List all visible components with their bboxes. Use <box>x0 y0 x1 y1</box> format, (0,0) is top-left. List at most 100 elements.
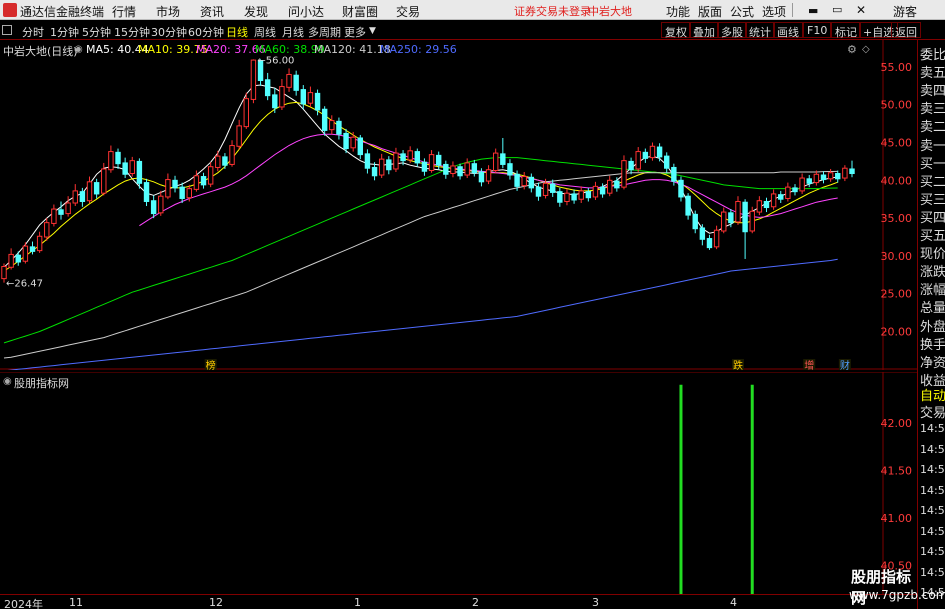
menu-function[interactable]: 功能 <box>666 3 690 20</box>
tick-time: 14:56 <box>920 524 945 538</box>
trade-toggle[interactable]: 交易 <box>920 402 945 421</box>
candle-body <box>492 152 499 171</box>
login-status[interactable]: 证券交易未登录 <box>514 3 591 19</box>
candle-body <box>507 163 513 176</box>
candle-body <box>806 178 812 184</box>
period-60min[interactable]: 60分钟 <box>188 24 224 40</box>
quote-label: 卖五 <box>920 66 945 82</box>
candle-body <box>329 120 335 131</box>
chevron-down-icon[interactable]: ▼ <box>369 26 376 36</box>
quote-label: 外盘 <box>920 319 945 335</box>
app-name: 通达信金融终端 <box>20 5 105 19</box>
candle-body <box>699 227 706 240</box>
candle-body <box>243 98 249 128</box>
price-tick-label: 20.00 <box>881 326 913 339</box>
f10-button[interactable]: F10 <box>803 22 832 38</box>
candle-body <box>136 160 143 184</box>
quote-label: 买一 <box>920 156 945 172</box>
menu-options[interactable]: 选项 <box>762 3 786 20</box>
period-monthly[interactable]: 月线 <box>282 24 304 40</box>
candle-body <box>36 235 43 252</box>
candle-body <box>51 208 57 224</box>
menu-market[interactable]: 市场 <box>156 3 180 20</box>
candle-body <box>642 151 649 159</box>
candle-body <box>150 200 157 215</box>
statistics-button[interactable]: 统计 <box>745 22 775 39</box>
menu-trade[interactable]: 交易 <box>396 3 420 20</box>
indicator-tick-label: 42.00 <box>881 417 913 430</box>
ma-line-ma5 <box>3 84 838 268</box>
candle-body <box>557 191 563 203</box>
draw-line-button[interactable]: 画线 <box>773 22 803 39</box>
overlay-button[interactable]: 叠加 <box>689 22 719 39</box>
candle-body <box>393 152 399 170</box>
date-axis: 2024年 11 12 1 2 3 4 <box>0 594 917 609</box>
candle-body <box>428 154 435 171</box>
candle-body <box>635 151 641 170</box>
close-icon[interactable]: ✕ <box>856 3 866 17</box>
restore-icon[interactable]: ▭ <box>832 3 842 16</box>
period-daily[interactable]: 日线 <box>226 24 248 40</box>
indicator-chart[interactable]: ◉ 股朋指标网 42.00 41.50 41.00 40.50 <box>0 372 917 594</box>
period-multi[interactable]: 多周期 <box>308 24 341 40</box>
candle-body <box>29 246 36 252</box>
candle-body <box>450 165 456 175</box>
candle-body <box>514 173 520 187</box>
candle-body <box>678 179 684 198</box>
candle-body <box>300 89 307 105</box>
period-more[interactable]: 更多 <box>344 24 366 40</box>
candle-body <box>500 153 506 165</box>
candle-body <box>371 166 378 177</box>
quote-label: 现价 <box>920 247 945 263</box>
candle-body <box>336 120 342 135</box>
candle-body <box>414 151 421 164</box>
period-5min[interactable]: 5分钟 <box>82 24 111 40</box>
x-label-dec: 12 <box>209 596 223 609</box>
candle-body <box>343 132 349 150</box>
candle-body <box>293 74 299 91</box>
multi-stock-button[interactable]: 多股 <box>717 22 747 39</box>
period-15min[interactable]: 15分钟 <box>114 24 150 40</box>
tick-time: 14:56 <box>920 422 945 435</box>
x-label-apr: 4 <box>730 596 737 609</box>
period-30min[interactable]: 30分钟 <box>151 24 187 40</box>
menu-ask[interactable]: 问小达 <box>288 3 324 20</box>
period-weekly[interactable]: 周线 <box>254 24 276 40</box>
event-marker: 财 <box>840 359 850 370</box>
adjust-button[interactable]: 复权 <box>661 22 691 39</box>
menu-formula[interactable]: 公式 <box>730 3 754 20</box>
candle-body <box>22 245 29 262</box>
candle-body <box>671 166 677 182</box>
menu-quotes[interactable]: 行情 <box>112 3 136 20</box>
candle-body <box>464 162 470 176</box>
mark-button[interactable]: 标记 <box>831 22 861 39</box>
candle-body <box>728 212 734 224</box>
price-tick-label: 25.00 <box>881 288 913 301</box>
menu-layout[interactable]: 版面 <box>698 3 722 20</box>
quote-label: 涨跌 <box>920 265 945 281</box>
candle-body <box>799 177 805 192</box>
layout-toggle-icon[interactable] <box>2 25 12 35</box>
candle-body <box>143 182 150 202</box>
candle-body <box>193 175 200 190</box>
candle-body <box>172 179 178 189</box>
candle-body <box>770 193 777 208</box>
guest-login[interactable]: 游客 <box>893 3 917 20</box>
menu-discover[interactable]: 发现 <box>244 3 268 20</box>
candle-body <box>79 191 86 202</box>
quote-side-panel[interactable]: 委比 卖五 卖四 卖三 卖二 卖一 买一 买二 买三 买四 买五 现价 涨跌 涨幅 总量 外盘 换手 净资 收益 自动… <box>917 40 945 609</box>
back-button[interactable]: 返回 <box>891 22 921 39</box>
candle-body <box>549 183 556 193</box>
minimize-icon[interactable]: ▬ <box>808 4 818 17</box>
candle-body <box>564 192 570 202</box>
candle-body <box>692 213 698 230</box>
period-1min[interactable]: 1分钟 <box>50 24 79 40</box>
candle-body <box>763 200 770 209</box>
ma-line-ma60 <box>3 157 838 344</box>
candle-body <box>8 253 14 268</box>
menu-wealth[interactable]: 财富圈 <box>342 3 378 20</box>
period-intraday[interactable]: 分时 <box>22 24 44 40</box>
menu-news[interactable]: 资讯 <box>200 3 224 20</box>
quote-label: 涨幅 <box>920 283 945 299</box>
main-price-chart[interactable]: 中岩大地(日线) ◉ MA5: 40.44 MA10: 39.75 MA20: … <box>0 40 917 370</box>
